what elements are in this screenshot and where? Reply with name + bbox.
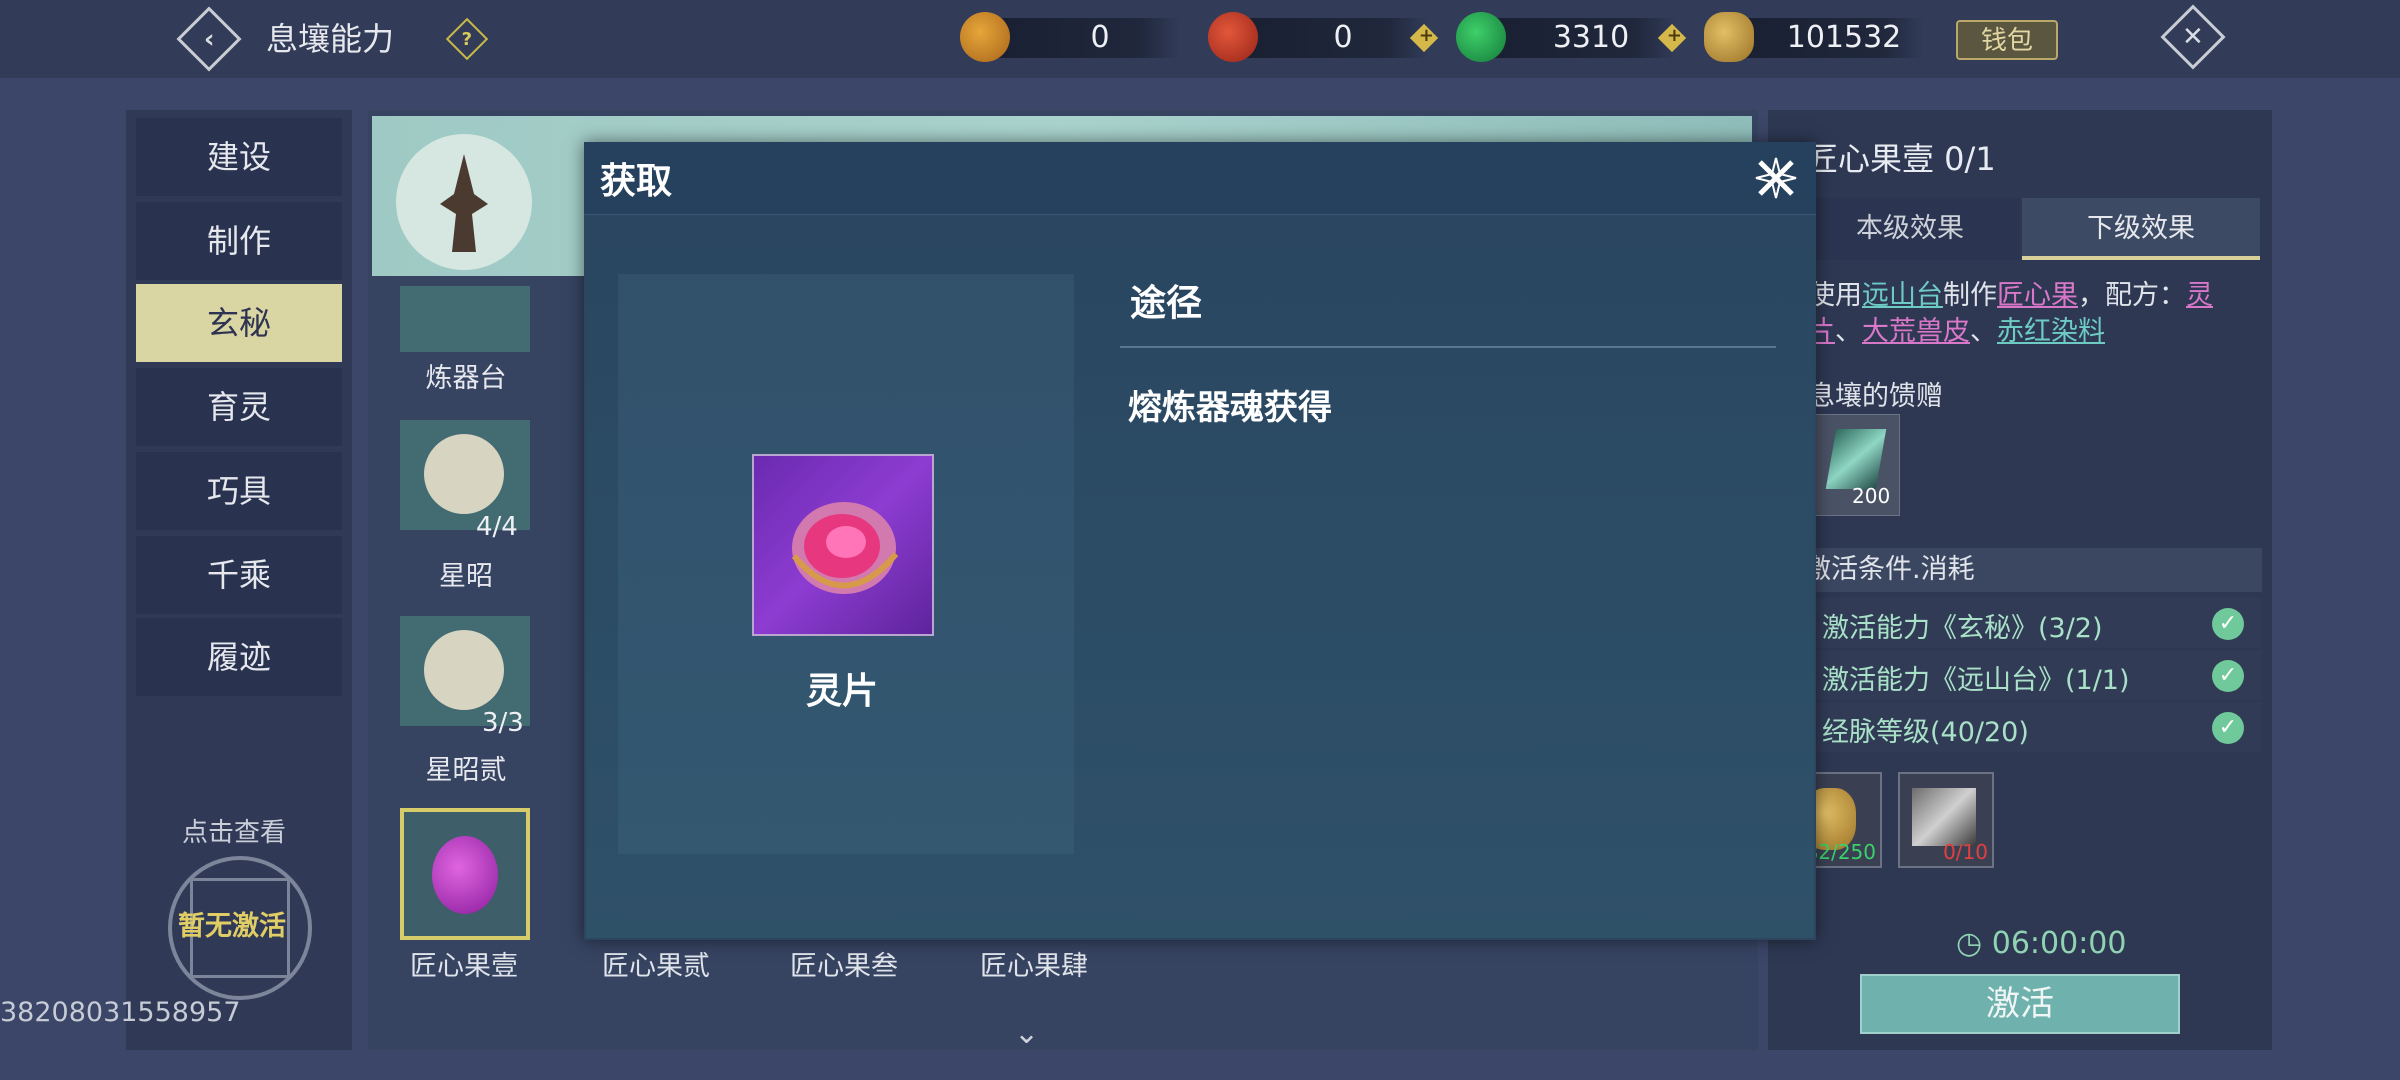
condition-row: 激活能力《远山台》(1/1) ✓ — [1786, 650, 2262, 700]
tab-fruit-2[interactable]: 匠心果贰 — [602, 944, 710, 983]
page-title: 息壤能力 — [266, 20, 395, 58]
coin-shell-icon — [1704, 12, 1754, 62]
back-icon: ‹ — [203, 24, 215, 54]
list-item-craft-fruit[interactable] — [400, 808, 530, 940]
spirit-shard-icon — [752, 454, 934, 636]
condition-row: 激活能力《玄秘》(3/2) ✓ — [1786, 598, 2262, 648]
conditions-header: 激活条件.消耗 — [1786, 548, 2262, 592]
check-icon: ✓ — [2212, 608, 2244, 640]
check-icon: ✓ — [2212, 712, 2244, 744]
currency-jade: 3310 — [1456, 12, 1696, 64]
gift-icon — [1825, 429, 1887, 489]
currency-shell: 101532 — [1704, 12, 1944, 64]
tab-current-effect[interactable]: 本级效果 — [1800, 198, 2020, 260]
effect-description: 使用远山台制作匠心果，配方：灵片、大荒兽皮、赤红染料 — [1808, 280, 2213, 347]
coin-jade-icon — [1456, 12, 1506, 62]
list-item-forge[interactable] — [400, 286, 530, 352]
close-icon: ✕ — [2182, 21, 2204, 52]
timer: ◷ 06:00:00 — [1956, 926, 2127, 961]
hide-icon — [1912, 788, 1976, 846]
coin-red-icon — [1208, 12, 1258, 62]
dialog-header — [584, 142, 1816, 215]
condition-row: 经脉等级(40/20) ✓ — [1786, 702, 2262, 752]
list-item-label: 炼器台 — [425, 363, 507, 394]
list-item-star-2[interactable]: 3/3 — [400, 616, 530, 738]
link-yuanshantai[interactable]: 远山台 — [1862, 280, 1943, 311]
tab-fruit-1[interactable]: 匠心果壹 — [410, 944, 518, 983]
route-item[interactable]: 熔炼器魂获得 — [1128, 380, 1332, 429]
nav-item-build[interactable]: 建设 — [136, 118, 342, 196]
dialog-title: 获取 — [600, 161, 673, 202]
star-disc-icon — [424, 630, 504, 710]
list-item-label: 星昭贰 — [425, 755, 507, 786]
route-title: 途径 — [1130, 283, 1203, 324]
close-icon — [1755, 157, 1797, 199]
forge-icon — [396, 134, 532, 270]
star-disc-icon — [424, 434, 504, 514]
chevron-down-icon[interactable]: ⌄ — [1014, 1016, 1039, 1051]
activation-status: 暂无激活 — [178, 911, 286, 942]
item-name: 灵片 — [806, 671, 879, 712]
fruit-icon — [432, 836, 498, 914]
check-icon: ✓ — [2212, 660, 2244, 692]
list-item-label: 星昭 — [439, 561, 493, 592]
wallet-button[interactable]: 钱包 — [1956, 20, 2058, 60]
nav-item-mystery[interactable]: 玄秘 — [136, 284, 342, 362]
nav-item-traces[interactable]: 履迹 — [136, 618, 342, 696]
activate-button[interactable]: 激活 — [1860, 974, 2180, 1034]
tab-next-effect[interactable]: 下级效果 — [2022, 198, 2260, 260]
nav-item-craft[interactable]: 制作 — [136, 202, 342, 280]
currency-gold: 0 — [960, 12, 1180, 64]
tab-fruit-3[interactable]: 匠心果叁 — [790, 944, 898, 983]
gift-count: 200 — [1852, 484, 1891, 508]
currency-red: 0 — [1208, 12, 1448, 64]
coin-gold-icon — [960, 12, 1010, 62]
tab-fruit-4[interactable]: 匠心果肆 — [980, 944, 1088, 983]
cost-item-hide[interactable]: 0/10 — [1898, 772, 1994, 868]
list-item-star[interactable]: 4/4 — [400, 420, 530, 542]
nav-item-spirit[interactable]: 育灵 — [136, 368, 342, 446]
link-red-dye[interactable]: 赤红染料 — [1997, 316, 2105, 347]
nav-item-chariot[interactable]: 千乘 — [136, 536, 342, 614]
divider — [1120, 346, 1776, 348]
clock-icon: ◷ — [1956, 926, 1983, 961]
link-craft-fruit[interactable]: 匠心果 — [1997, 280, 2078, 311]
user-id: 38208031558957 — [0, 997, 241, 1028]
view-hint: 点击查看 — [182, 818, 287, 848]
detail-title: 匠心果壹 0/1 — [1806, 140, 1996, 178]
nav-item-tools[interactable]: 巧具 — [136, 452, 342, 530]
link-beast-hide[interactable]: 大荒兽皮 — [1862, 316, 1970, 347]
gift-label: 息壤的馈赠 — [1808, 381, 1943, 412]
dialog-close-button[interactable] — [1752, 154, 1800, 202]
